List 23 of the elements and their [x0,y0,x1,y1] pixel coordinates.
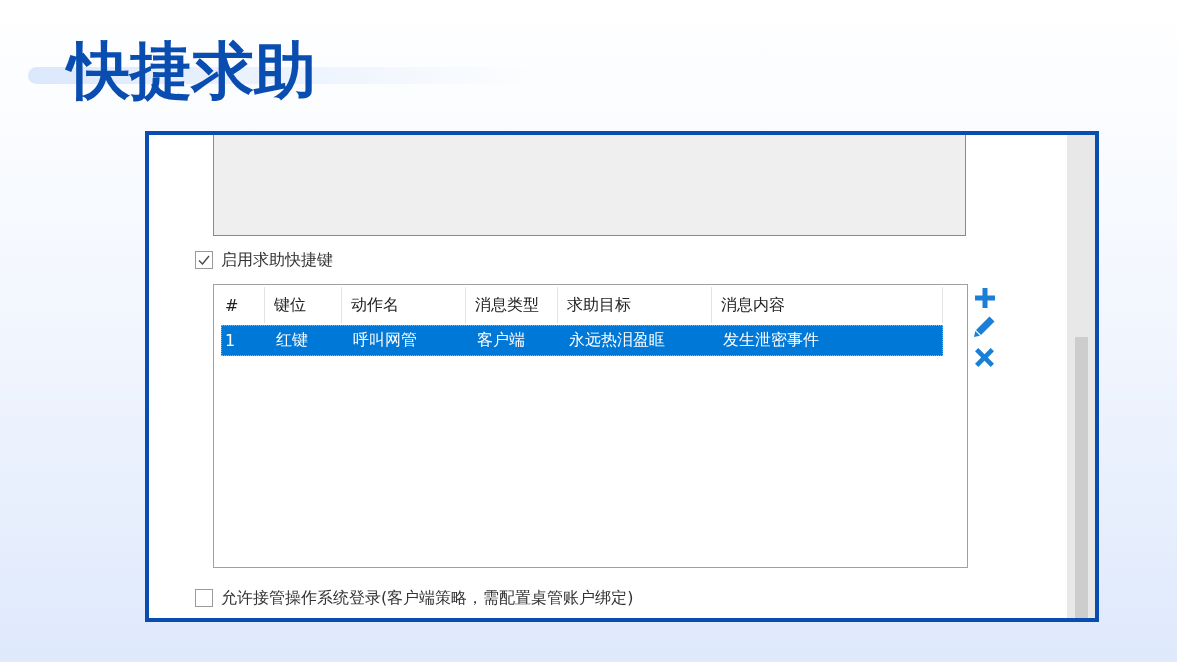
scrollbar-thumb[interactable] [1074,337,1088,618]
checkbox[interactable] [195,589,213,607]
table-cell-text: 红键 [275,330,309,351]
column-header[interactable]: 消息内容 [712,287,943,323]
pencil-icon[interactable] [974,316,995,337]
checkbox-label: 允许接管操作系统登录(客户端策略，需配置桌管账户绑定) [221,587,634,609]
column-header[interactable]: # [216,287,265,323]
table-row[interactable]: 1 红键 呼叫网管 客户端 永远热泪盈眶 发生泄密事件 [221,325,943,356]
checkmark-icon [198,255,210,265]
column-header[interactable]: 键位 [265,287,342,323]
table-cell-text: 呼叫网管 [352,330,418,351]
checkbox-label: 启用求助快捷键 [221,249,333,271]
table-cell-text: 永远热泪盈眶 [568,330,666,351]
plus-icon[interactable] [975,288,995,308]
column-header[interactable]: 动作名 [342,287,466,323]
checkbox[interactable] [195,251,213,269]
column-header[interactable]: 求助目标 [558,287,712,323]
table-cell-text: 1 [224,331,237,350]
table-cell-text: 客户端 [476,330,526,351]
scrollbar[interactable] [1067,135,1095,618]
table-cell-text: 发生泄密事件 [722,330,820,351]
cross-icon[interactable] [975,348,994,367]
column-header[interactable]: 消息类型 [466,287,558,323]
